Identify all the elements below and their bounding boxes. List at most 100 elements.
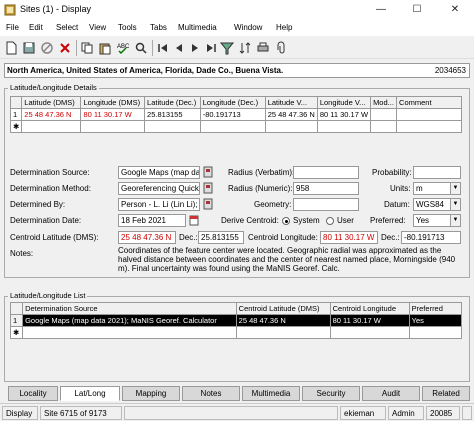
new-row-cell[interactable] (396, 120, 462, 133)
lookup-icon[interactable] (203, 166, 213, 178)
find-icon[interactable] (134, 41, 148, 55)
column-header-preferred[interactable]: Preferred (408, 302, 463, 315)
lookup-icon[interactable] (203, 198, 213, 210)
new-row-cell[interactable] (316, 120, 372, 133)
close-button[interactable]: ✕ (440, 0, 470, 20)
minimize-button[interactable]: — (366, 0, 396, 20)
tab-audit[interactable]: Audit (362, 386, 420, 401)
menu-multimedia[interactable]: Multimedia (178, 23, 217, 32)
new-row-cell[interactable] (329, 326, 410, 339)
sort-icon[interactable] (238, 41, 252, 55)
new-row-cell[interactable] (264, 120, 318, 133)
cell-lat-dec[interactable]: 25.813155 (144, 108, 201, 121)
menu-select[interactable]: Select (56, 23, 78, 32)
cell-centroid-lon[interactable]: 80 11 30.17 W (329, 314, 410, 327)
cell-comment[interactable] (396, 108, 462, 121)
geometry-field[interactable] (293, 198, 359, 211)
cell-lat-dms[interactable]: 25 48 47.36 N (21, 108, 82, 121)
radius-numeric-field[interactable]: 958 (293, 182, 359, 195)
menu-help[interactable]: Help (276, 23, 292, 32)
menu-file[interactable]: File (6, 23, 19, 32)
column-header-lon-dms[interactable]: Longitude (DMS) (80, 96, 146, 109)
menu-edit[interactable]: Edit (29, 23, 43, 32)
table-row[interactable]: 1 25 48 47.36 N 80 11 30.17 W 25.813155 … (9, 108, 462, 121)
cell-lon-dec[interactable]: -80.191713 (199, 108, 266, 121)
cell-lon-dms[interactable]: 80 11 30.17 W (80, 108, 146, 121)
save-icon[interactable] (22, 41, 36, 55)
radius-verbatim-field[interactable] (293, 166, 359, 179)
tab-related[interactable]: Related (422, 386, 470, 401)
lookup-icon[interactable] (203, 182, 213, 194)
cancel-icon[interactable] (40, 41, 54, 55)
new-row-cell[interactable] (144, 120, 201, 133)
tab-multimedia[interactable]: Multimedia (242, 386, 300, 401)
centroid-lat-dec-field[interactable]: 25.813155 (198, 231, 244, 244)
menu-tabs[interactable]: Tabs (150, 23, 167, 32)
first-record-icon[interactable] (156, 41, 170, 55)
new-row-cell[interactable] (408, 326, 463, 339)
delete-icon[interactable] (58, 41, 72, 55)
cell-det-source[interactable]: Google Maps (map data 2021); MaNIS Geore… (22, 314, 237, 327)
column-header-lat-verbatim[interactable]: Latitude V... (264, 96, 318, 109)
filter-icon[interactable] (220, 41, 234, 55)
notes-field[interactable]: Coordinates of the feature center were l… (118, 246, 462, 276)
centroid-lat-field[interactable]: 25 48 47.36 N (118, 231, 176, 244)
print-icon[interactable] (256, 41, 270, 55)
menu-tools[interactable]: Tools (118, 23, 137, 32)
spellcheck-icon[interactable]: ABC (116, 41, 130, 55)
new-row-cell[interactable] (199, 120, 266, 133)
new-row-cell[interactable] (235, 326, 331, 339)
tab-locality[interactable]: Locality (8, 386, 58, 401)
new-row[interactable]: ✱ (9, 120, 462, 133)
column-header-centroid-lat[interactable]: Centroid Latitude (DMS) (235, 302, 331, 315)
units-select[interactable]: m ▼ (413, 182, 461, 195)
new-row-cell[interactable] (80, 120, 146, 133)
tab-mapping[interactable]: Mapping (122, 386, 180, 401)
next-record-icon[interactable] (188, 41, 202, 55)
last-record-icon[interactable] (204, 41, 218, 55)
chevron-down-icon[interactable]: ▼ (450, 183, 460, 194)
menu-window[interactable]: Window (234, 23, 262, 32)
new-row-cell[interactable] (370, 120, 398, 133)
calendar-icon[interactable] (189, 214, 199, 226)
column-header-lat-dec[interactable]: Latitude (Dec.) (144, 96, 201, 109)
new-row[interactable]: ✱ (9, 326, 463, 339)
chevron-down-icon[interactable]: ▼ (450, 215, 460, 226)
cell-preferred[interactable]: Yes (408, 314, 463, 327)
datum-select[interactable]: WGS84 ▼ (413, 198, 461, 211)
det-method-field[interactable]: Georeferencing Quick (118, 182, 200, 195)
copy-icon[interactable] (80, 41, 94, 55)
cell-lat-verbatim[interactable]: 25 48 47.36 N (264, 108, 318, 121)
det-source-field[interactable]: Google Maps (map dat (118, 166, 200, 179)
column-header-comment[interactable]: Comment (396, 96, 462, 109)
centroid-lon-field[interactable]: 80 11 30.17 W (320, 231, 378, 244)
column-header-det-source[interactable]: Determination Source (22, 302, 237, 315)
centroid-lon-dec-field[interactable]: -80.191713 (401, 231, 461, 244)
new-record-icon[interactable] (4, 41, 18, 55)
attach-icon[interactable] (274, 41, 288, 55)
prev-record-icon[interactable] (172, 41, 186, 55)
column-header-lat-dms[interactable]: Latitude (DMS) (21, 96, 82, 109)
tab-notes[interactable]: Notes (182, 386, 240, 401)
column-header-lon-dec[interactable]: Longitude (Dec.) (199, 96, 266, 109)
tab-latlong[interactable]: Lat/Long (60, 386, 120, 401)
determined-by-field[interactable]: Person - L. Li (Lin Li); (118, 198, 200, 211)
probability-field[interactable] (413, 166, 461, 179)
preferred-select[interactable]: Yes ▼ (413, 214, 461, 227)
cell-lon-verbatim[interactable]: 80 11 30.17 W (316, 108, 372, 121)
new-row-cell[interactable] (21, 120, 82, 133)
chevron-down-icon[interactable]: ▼ (450, 199, 460, 210)
new-row-cell[interactable] (22, 326, 237, 339)
tab-security[interactable]: Security (302, 386, 360, 401)
radio-user[interactable] (326, 217, 334, 225)
column-header-mod[interactable]: Mod... (370, 96, 398, 109)
column-header-lon-verbatim[interactable]: Longitude V... (316, 96, 372, 109)
radio-system[interactable] (282, 217, 290, 225)
paste-icon[interactable] (98, 41, 112, 55)
cell-centroid-lat[interactable]: 25 48 47.36 N (235, 314, 331, 327)
maximize-button[interactable]: ☐ (402, 0, 432, 20)
table-row-selected[interactable]: 1 Google Maps (map data 2021); MaNIS Geo… (9, 314, 463, 327)
det-date-field[interactable]: 18 Feb 2021 (118, 214, 186, 227)
cell-mod[interactable] (370, 108, 398, 121)
column-header-centroid-lon[interactable]: Centroid Longitude (329, 302, 410, 315)
